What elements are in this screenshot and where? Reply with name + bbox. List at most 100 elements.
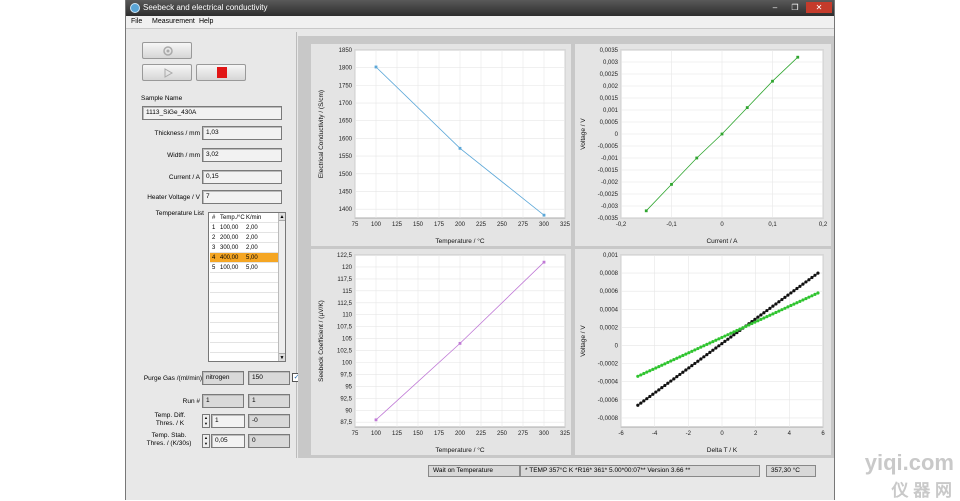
- data-point: [774, 302, 778, 306]
- data-point: [804, 280, 808, 284]
- x-tick-label: 0: [720, 431, 724, 437]
- x-tick-label: 200: [455, 222, 466, 228]
- data-point: [786, 293, 790, 297]
- y-tick-label: 92,5: [340, 396, 352, 402]
- y-tick-label: 95: [345, 384, 352, 390]
- y-tick-label: 0,0035: [600, 48, 619, 54]
- empty-table-row[interactable]: [210, 303, 278, 313]
- data-point: [695, 156, 699, 160]
- x-tick-label: 275: [518, 431, 529, 437]
- data-point: [699, 357, 703, 361]
- purge-gas-label: Purge Gas /(ml/min): [143, 375, 202, 382]
- data-point: [657, 388, 661, 392]
- empty-table-row[interactable]: [210, 333, 278, 343]
- table-header-cell: #: [212, 215, 216, 221]
- data-point: [374, 65, 378, 69]
- conductivity-chart-svg: 75 100 125 150 175 200 225 250 275 300 325 1400 1450…: [318, 48, 571, 245]
- table-cell: 5: [212, 265, 216, 271]
- data-point: [765, 308, 769, 313]
- temp-diff-stepper[interactable]: ▲ ▼: [202, 414, 210, 428]
- table-cell: 5,00: [246, 255, 258, 261]
- table-row[interactable]: 1 100,00 2,00: [210, 223, 278, 233]
- current-field[interactable]: 0,15: [202, 170, 282, 184]
- scroll-down-icon[interactable]: ▼: [279, 353, 285, 361]
- status-message: Wait on Temperature: [428, 465, 520, 477]
- data-point: [675, 356, 679, 360]
- temperature-list-label: Temperature List: [155, 210, 204, 217]
- empty-table-row[interactable]: [210, 313, 278, 323]
- status-bar: Wait on Temperature * TEMP 357°C K *R16*…: [126, 462, 834, 482]
- empty-table-row[interactable]: [210, 293, 278, 303]
- width-field[interactable]: 3,02: [202, 148, 282, 162]
- data-point: [678, 372, 682, 377]
- purge-gas-type[interactable]: nitrogen: [202, 371, 244, 385]
- temperature-list-table[interactable]: # Temp./°C K/min 1 100,00 2,00 2 200,00 2,00 3 300…: [208, 212, 286, 362]
- y-tick-label: -0,0025: [598, 192, 619, 198]
- purge-gas-flow[interactable]: 150: [248, 371, 290, 385]
- data-point: [670, 183, 673, 186]
- temp-stab-stepper[interactable]: ▲ ▼: [202, 434, 210, 448]
- empty-table-row[interactable]: [210, 273, 278, 283]
- data-point: [699, 345, 703, 349]
- table-row[interactable]: 2 200,00 2,00: [210, 233, 278, 243]
- data-point: [702, 355, 706, 359]
- thickness-label: Thickness / mm: [154, 130, 200, 137]
- watermark-cjk: 仪 器 网: [891, 481, 952, 500]
- x-tick-label: -6: [618, 431, 624, 437]
- stop-button[interactable]: [196, 64, 246, 81]
- table-cell: 200,00: [220, 235, 239, 241]
- data-point: [735, 328, 739, 333]
- y-tick-label: 0,0015: [600, 96, 619, 102]
- run-button[interactable]: [142, 42, 192, 59]
- y-tick-label: 110: [342, 313, 352, 319]
- y-tick-label: 0,001: [603, 108, 619, 114]
- data-point: [708, 350, 712, 355]
- x-tick-label: 150: [413, 222, 424, 228]
- y-tick-label: 0,0002: [600, 325, 619, 331]
- data-point: [816, 271, 820, 275]
- data-point: [678, 355, 682, 359]
- data-point: [645, 370, 649, 374]
- temp-diff-field[interactable]: 1: [211, 414, 245, 428]
- table-row[interactable]: 3 300,00 2,00: [210, 243, 278, 253]
- data-point: [654, 390, 658, 394]
- data-point: [801, 282, 805, 286]
- data-point: [663, 383, 667, 388]
- minimize-button[interactable]: –: [766, 2, 784, 13]
- data-point: [777, 300, 781, 304]
- play-button[interactable]: [142, 64, 192, 81]
- menu-measurement[interactable]: Measurement: [152, 18, 195, 25]
- y-tick-label: 1800: [339, 66, 353, 72]
- maximize-button[interactable]: ❐: [786, 2, 804, 13]
- x-tick-label: 75: [352, 222, 359, 228]
- table-cell: 1: [212, 225, 216, 231]
- x-tick-label: 325: [560, 431, 571, 437]
- scroll-up-icon[interactable]: ▲: [279, 213, 285, 221]
- y-tick-label: 1450: [339, 189, 353, 195]
- menu-bar: File Measurement Help: [126, 16, 834, 29]
- data-point: [645, 397, 649, 401]
- thickness-field[interactable]: 1,03: [202, 126, 282, 140]
- heater-voltage-field[interactable]: 7: [202, 190, 282, 204]
- data-point: [458, 341, 462, 345]
- run-number-field[interactable]: 1: [202, 394, 244, 408]
- table-scrollbar[interactable]: ▲ ▼: [278, 213, 285, 361]
- close-button[interactable]: ✕: [806, 2, 832, 13]
- x-tick-label: 0,1: [768, 222, 777, 228]
- menu-file[interactable]: File: [131, 18, 142, 25]
- data-point: [714, 338, 718, 342]
- data-point: [374, 418, 378, 422]
- empty-table-row[interactable]: [210, 283, 278, 293]
- x-tick-label: 100: [371, 431, 382, 437]
- data-point: [792, 302, 796, 306]
- y-tick-label: 0,0025: [600, 72, 619, 78]
- menu-help[interactable]: Help: [199, 18, 213, 25]
- temp-stab-field[interactable]: 0,05: [211, 434, 245, 448]
- table-row[interactable]: 4 400,00 5,00: [210, 253, 278, 263]
- y-tick-label: 1700: [339, 101, 353, 107]
- data-point: [642, 371, 646, 376]
- table-row[interactable]: 5 100,00 5,00: [210, 263, 278, 273]
- empty-table-row[interactable]: [210, 343, 278, 353]
- sample-name-field[interactable]: 1113_SiGe_430A: [142, 106, 282, 120]
- empty-table-row[interactable]: [210, 323, 278, 333]
